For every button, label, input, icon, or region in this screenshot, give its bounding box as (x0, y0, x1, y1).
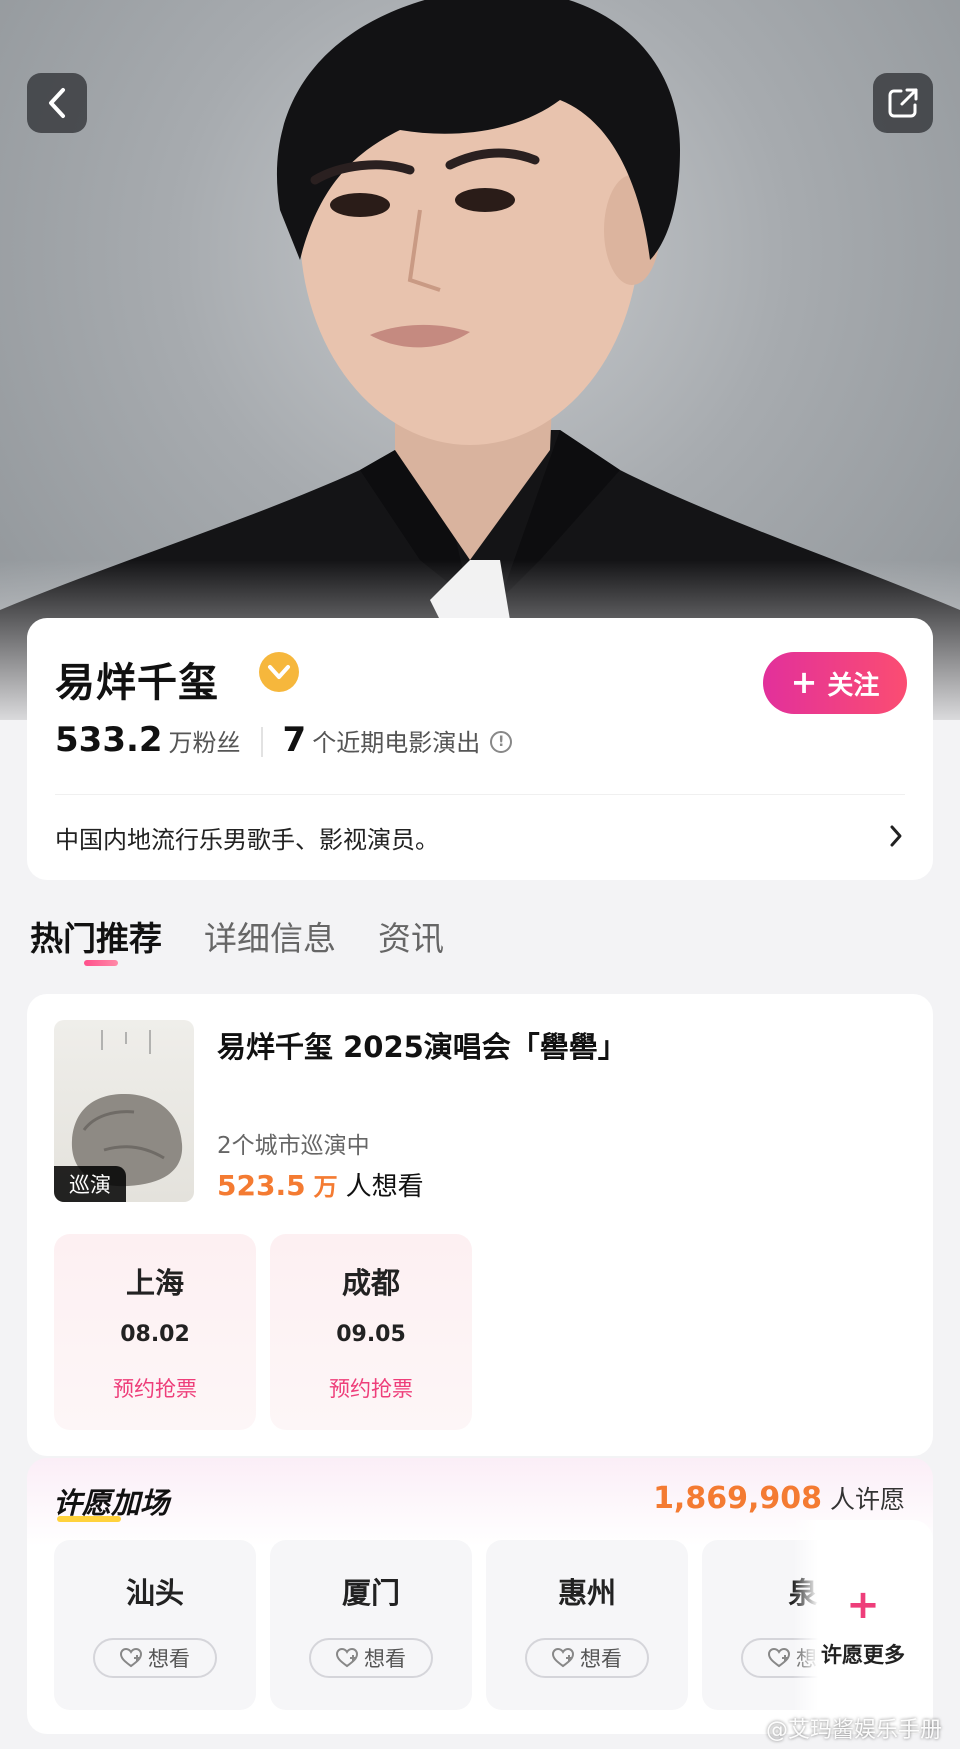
artist-name: 易烊千玺 (55, 660, 219, 706)
want-button[interactable]: 想看 (93, 1638, 217, 1678)
want-button-label: 想看 (364, 1647, 406, 1671)
share-icon (888, 88, 918, 118)
concert-title[interactable]: 易烊千玺 2025演唱会「嚳嚳」 (217, 1024, 627, 1066)
wish-city-list[interactable]: 汕头 想看 厦门 想看 惠州 想看 (54, 1540, 914, 1710)
watermark: @艾玛酱娱乐手册 (765, 1718, 942, 1743)
wish-count-number: 1,869,908 (653, 1481, 822, 1516)
wish-count-label: 人许愿 (829, 1485, 905, 1514)
want-button[interactable]: 想看 (309, 1638, 433, 1678)
want-label: 人想看 (345, 1172, 424, 1202)
plus-icon: + (846, 1582, 880, 1628)
fans-unit: 万粉丝 (168, 729, 241, 757)
wish-city-card: 厦门 想看 (270, 1540, 472, 1710)
recent-count: 7 (282, 720, 307, 760)
wish-count: 1,869,908 人许愿 (653, 1480, 905, 1516)
back-button[interactable] (27, 73, 87, 133)
tour-city-list: 上海 08.02 预约抢票 成都 09.05 预约抢票 (54, 1234, 472, 1430)
artist-bio[interactable]: 中国内地流行乐男歌手、影视演员。 (55, 820, 439, 855)
tour-tag: 巡演 (54, 1166, 126, 1202)
wish-city-card: 惠州 想看 (486, 1540, 688, 1710)
divider (55, 794, 905, 795)
recent-label: 个近期电影演出 (312, 729, 481, 757)
wish-city-card: 汕头 想看 (54, 1540, 256, 1710)
concert-poster[interactable]: 巡演 (54, 1020, 194, 1202)
want-unit: 万 (313, 1173, 338, 1201)
hero-photo (0, 0, 960, 720)
info-icon[interactable]: ! (490, 731, 513, 753)
heart-plus-icon (552, 1648, 574, 1668)
stats-divider (260, 727, 263, 757)
city-name: 上海 (125, 1266, 184, 1300)
heart-plus-icon (336, 1648, 358, 1668)
tab-news[interactable]: 资讯 (378, 912, 444, 972)
tab-details[interactable]: 详细信息 (204, 912, 336, 972)
reserve-ticket-link[interactable]: 预约抢票 (113, 1373, 197, 1403)
chevron-left-icon (49, 88, 65, 118)
wish-city-name: 汕头 (125, 1576, 184, 1610)
city-date: 08.02 (120, 1322, 190, 1347)
city-date: 09.05 (336, 1322, 406, 1347)
concert-card[interactable]: 巡演 易烊千玺 2025演唱会「嚳嚳」 2个城市巡演中 523.5 万 人想看 … (27, 994, 933, 1456)
plus-icon: + (790, 662, 818, 701)
tour-city-card[interactable]: 上海 08.02 预约抢票 (54, 1234, 256, 1430)
want-button-label: 想看 (580, 1647, 622, 1671)
follow-label: 关注 (827, 670, 880, 701)
wish-more-label: 许愿更多 (821, 1643, 905, 1667)
heart-plus-icon (768, 1648, 790, 1668)
wish-title: 许愿加场 (53, 1486, 170, 1520)
verified-badge-icon (259, 652, 299, 692)
want-button-label: 想看 (148, 1647, 190, 1671)
tour-city-card[interactable]: 成都 09.05 预约抢票 (270, 1234, 472, 1430)
share-button[interactable] (873, 73, 933, 133)
follow-button[interactable]: + 关注 (763, 652, 907, 714)
wish-city-name: 惠州 (557, 1576, 616, 1610)
want-to-see: 523.5 万 人想看 (217, 1166, 424, 1203)
fans-count: 533.2 (55, 720, 163, 760)
reserve-ticket-link[interactable]: 预约抢票 (329, 1373, 413, 1403)
profile-card: 易烊千玺 + 关注 533.2 万粉丝 7 个近期电影演出 ! 中国内地流行乐男… (27, 618, 933, 880)
wish-section: 许愿加场 1,869,908 人许愿 汕头 想看 厦门 想看 惠州 想看 + 许… (27, 1458, 933, 1734)
city-name: 成都 (341, 1266, 400, 1300)
want-count: 523.5 (217, 1169, 306, 1202)
stats-row: 533.2 万粉丝 7 个近期电影演出 ! (55, 720, 513, 764)
concert-subtitle: 2个城市巡演中 (217, 1133, 370, 1159)
tab-indicator (84, 960, 118, 966)
wish-city-name: 厦门 (341, 1576, 400, 1610)
wish-more-button[interactable]: + 许愿更多 (793, 1520, 933, 1734)
chevron-right-icon[interactable] (889, 824, 903, 852)
heart-plus-icon (120, 1648, 142, 1668)
want-button[interactable]: 想看 (525, 1638, 649, 1678)
